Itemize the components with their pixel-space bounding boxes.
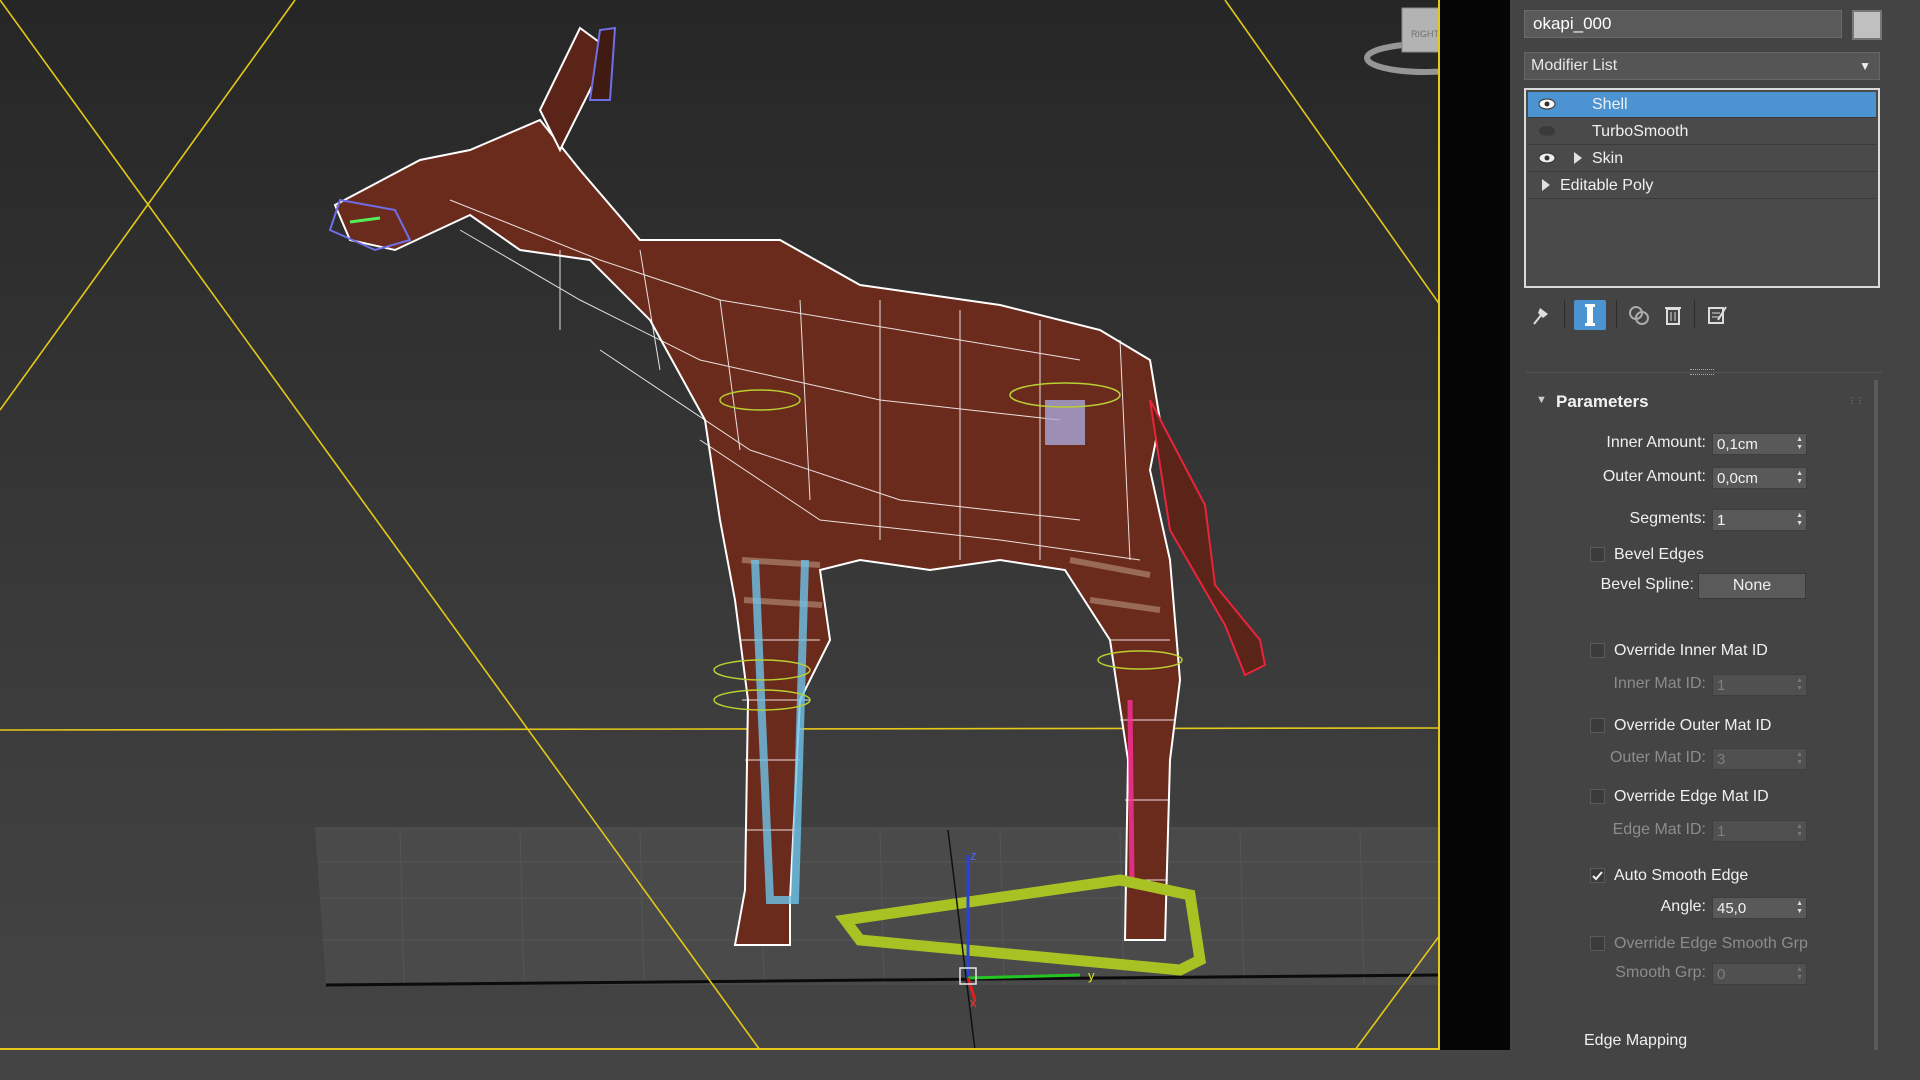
bevel-edges-checkbox[interactable] bbox=[1590, 547, 1605, 562]
remove-modifier-icon[interactable] bbox=[1660, 300, 1686, 330]
pin-stack-icon[interactable] bbox=[1528, 300, 1554, 330]
modify-panel: okapi_000 Modifier List ▼ Shell TurboSmo… bbox=[1510, 0, 1920, 1050]
smooth-grp-label: Smooth Grp: bbox=[1615, 964, 1706, 981]
spinner-arrows-icon[interactable]: ▲ ▼ bbox=[1796, 512, 1803, 528]
outer-mat-spinner[interactable]: 3 ▲ ▼ bbox=[1712, 748, 1807, 770]
override-smooth-grp-checkbox[interactable] bbox=[1590, 936, 1605, 951]
override-edge-mat-label: Override Edge Mat ID bbox=[1614, 788, 1769, 805]
spinner-arrows-icon[interactable]: ▲ ▼ bbox=[1796, 900, 1803, 916]
object-name-field[interactable]: okapi_000 bbox=[1524, 10, 1842, 38]
inner-mat-spinner[interactable]: 1 ▲ ▼ bbox=[1712, 674, 1807, 696]
edge-mat-spinner[interactable]: 1 ▲ ▼ bbox=[1712, 820, 1807, 842]
outer-mat-value: 3 bbox=[1717, 751, 1726, 768]
gizmo-z-label: z bbox=[970, 848, 977, 863]
eye-icon[interactable] bbox=[1538, 152, 1556, 164]
collapse-triangle-icon[interactable]: ▼ bbox=[1536, 394, 1547, 406]
spinner-arrows-icon[interactable]: ▲ ▼ bbox=[1796, 751, 1803, 767]
inner-amount-value: 0,1cm bbox=[1717, 436, 1758, 453]
stack-item-label: Shell bbox=[1592, 96, 1628, 113]
auto-smooth-checkbox[interactable] bbox=[1590, 868, 1605, 883]
rollout-title: Parameters bbox=[1556, 392, 1649, 411]
override-outer-mat-label: Override Outer Mat ID bbox=[1614, 717, 1772, 734]
stack-item-editable-poly[interactable]: Editable Poly bbox=[1528, 173, 1876, 199]
configure-modifier-sets-icon[interactable] bbox=[1704, 300, 1730, 330]
viewcube-face-label: RIGHT bbox=[1411, 29, 1440, 39]
status-strip bbox=[0, 1050, 1920, 1080]
modifier-list-label: Modifier List bbox=[1531, 57, 1618, 74]
smooth-grp-value: 0 bbox=[1717, 966, 1726, 983]
outer-mat-label: Outer Mat ID: bbox=[1609, 749, 1706, 766]
object-color-swatch[interactable] bbox=[1852, 10, 1882, 40]
modifier-stack[interactable]: Shell TurboSmooth Skin Editable Poly bbox=[1524, 88, 1880, 288]
drag-grip-icon[interactable]: ⋮⋮ bbox=[1848, 396, 1864, 405]
segments-label: Segments: bbox=[1629, 510, 1706, 527]
stack-item-label: TurboSmooth bbox=[1592, 123, 1689, 140]
home-grid bbox=[315, 827, 1438, 986]
okapi-model[interactable] bbox=[328, 26, 1267, 946]
angle-label: Angle: bbox=[1660, 898, 1706, 915]
parameters-rollout-header[interactable]: ▼ Parameters ⋮⋮ bbox=[1524, 388, 1880, 420]
eye-icon[interactable] bbox=[1538, 98, 1556, 110]
stack-item-label: Editable Poly bbox=[1560, 177, 1654, 194]
override-smooth-grp-label: Override Edge Smooth Grp bbox=[1614, 935, 1808, 952]
segments-spinner[interactable]: 1 ▲ ▼ bbox=[1712, 509, 1807, 531]
spinner-arrows-icon[interactable]: ▲ ▼ bbox=[1796, 823, 1803, 839]
gizmo-x-label: x bbox=[970, 995, 977, 1010]
edge-mat-label: Edge Mat ID: bbox=[1612, 821, 1706, 838]
smooth-grp-spinner[interactable]: 0 ▲ ▼ bbox=[1712, 963, 1807, 985]
checkmark-icon bbox=[1592, 871, 1603, 881]
segments-value: 1 bbox=[1717, 512, 1726, 529]
edge-mapping-label: Edge Mapping bbox=[1584, 1032, 1688, 1049]
inner-mat-value: 1 bbox=[1717, 677, 1726, 694]
angle-spinner[interactable]: 45,0 ▲ ▼ bbox=[1712, 897, 1807, 919]
stack-item-shell[interactable]: Shell bbox=[1528, 92, 1876, 118]
viewcube[interactable]: RIGHT bbox=[1364, 7, 1440, 75]
outer-amount-value: 0,0cm bbox=[1717, 470, 1758, 487]
edge-mat-value: 1 bbox=[1717, 823, 1726, 840]
spinner-arrows-icon[interactable]: ▲ ▼ bbox=[1796, 436, 1803, 452]
inner-amount-label: Inner Amount: bbox=[1606, 434, 1706, 451]
spinner-arrows-icon[interactable]: ▲ ▼ bbox=[1796, 470, 1803, 486]
bevel-spline-button[interactable]: None bbox=[1698, 573, 1806, 599]
auto-smooth-label: Auto Smooth Edge bbox=[1614, 867, 1749, 884]
spinner-arrows-icon[interactable]: ▲ ▼ bbox=[1796, 677, 1803, 693]
bevel-edges-label: Bevel Edges bbox=[1614, 546, 1704, 563]
panel-scrollbar[interactable] bbox=[1874, 380, 1878, 1050]
override-inner-mat-label: Override Inner Mat ID bbox=[1614, 642, 1768, 659]
gizmo-y-label: y bbox=[1088, 968, 1095, 983]
scene-canvas[interactable]: z y x RIGHT bbox=[0, 0, 1440, 1050]
expand-triangle-icon[interactable] bbox=[1542, 179, 1550, 191]
override-outer-mat-checkbox[interactable] bbox=[1590, 718, 1605, 733]
eye-off-icon[interactable] bbox=[1538, 125, 1556, 137]
stack-item-skin[interactable]: Skin bbox=[1528, 146, 1876, 172]
perspective-viewport[interactable]: z y x RIGHT bbox=[0, 0, 1440, 1050]
spinner-arrows-icon[interactable]: ▲ ▼ bbox=[1796, 966, 1803, 982]
expand-triangle-icon[interactable] bbox=[1574, 152, 1582, 164]
outer-amount-label: Outer Amount: bbox=[1602, 468, 1706, 485]
modifier-list-dropdown[interactable]: Modifier List ▼ bbox=[1524, 52, 1880, 80]
inner-amount-spinner[interactable]: 0,1cm ▲ ▼ bbox=[1712, 433, 1807, 455]
angle-value: 45,0 bbox=[1717, 900, 1747, 917]
viewport-border bbox=[1440, 0, 1510, 1050]
stack-item-turbosmooth[interactable]: TurboSmooth bbox=[1528, 119, 1876, 145]
inner-mat-label: Inner Mat ID: bbox=[1613, 675, 1706, 692]
outer-amount-spinner[interactable]: 0,0cm ▲ ▼ bbox=[1712, 467, 1807, 489]
resize-grip-icon[interactable] bbox=[1690, 369, 1714, 375]
chevron-down-icon: ▼ bbox=[1859, 59, 1871, 73]
show-end-result-icon[interactable] bbox=[1574, 300, 1606, 330]
make-unique-icon[interactable] bbox=[1626, 300, 1652, 330]
bevel-spline-label: Bevel Spline: bbox=[1600, 576, 1694, 593]
stack-item-label: Skin bbox=[1592, 150, 1624, 167]
override-inner-mat-checkbox[interactable] bbox=[1590, 643, 1605, 658]
override-edge-mat-checkbox[interactable] bbox=[1590, 789, 1605, 804]
